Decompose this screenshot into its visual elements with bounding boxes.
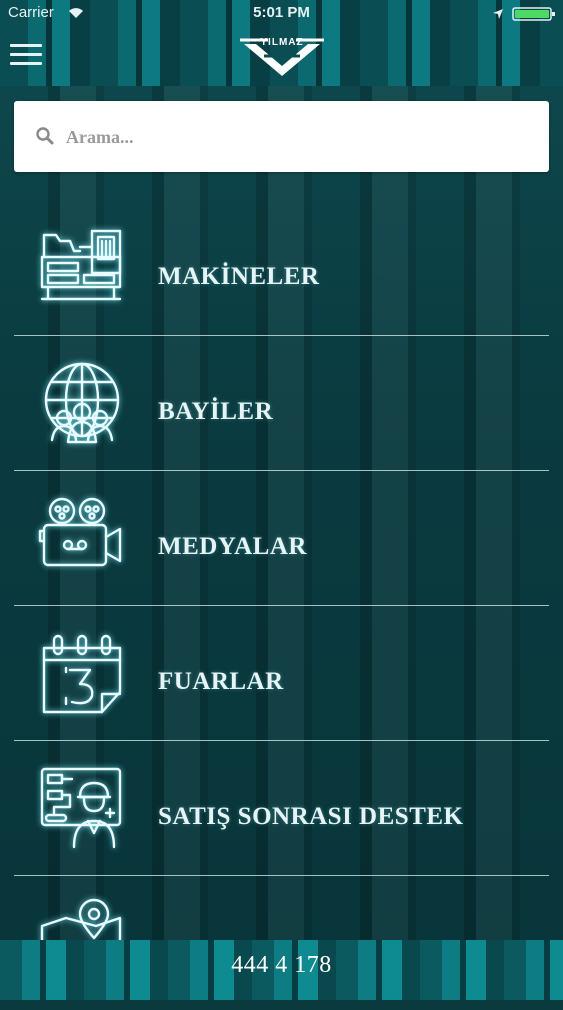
- hamburger-icon-bar: [10, 62, 42, 65]
- menu-item-bayiler[interactable]: BAYİLER: [14, 336, 549, 471]
- status-time: 5:01 PM: [253, 4, 310, 21]
- menu-item-label: BAYİLER: [158, 398, 274, 425]
- logo-text: YILMAZ: [260, 37, 304, 48]
- phone-number[interactable]: 444 4 178: [0, 940, 563, 990]
- search-input[interactable]: [64, 119, 538, 155]
- menu-item-fuarlar[interactable]: FUARLAR: [14, 606, 549, 741]
- menu-item-label: MAKİNELER: [158, 263, 320, 290]
- footer-call-bar[interactable]: 444 4 178: [0, 940, 563, 1000]
- menu-item-medyalar[interactable]: MEDYALAR: [14, 471, 549, 606]
- hamburger-icon-bar: [10, 53, 42, 56]
- search-icon: [36, 127, 54, 150]
- hamburger-icon-bar: [10, 44, 42, 47]
- search-box[interactable]: [14, 101, 549, 172]
- menu-item-satis-sonrasi-destek[interactable]: SATIŞ SONRASI DESTEK: [14, 741, 549, 876]
- menu-item-label: MEDYALAR: [158, 533, 307, 560]
- support-worker-icon: [40, 767, 124, 851]
- calendar-icon: [40, 632, 124, 716]
- machine-icon: [40, 227, 124, 311]
- globe-people-icon: [40, 362, 124, 446]
- hamburger-menu-button[interactable]: [10, 44, 42, 70]
- battery-icon: [512, 7, 558, 25]
- status-bar: Carrier 5:01 PM: [0, 0, 563, 28]
- menu-item-makineler[interactable]: MAKİNELER: [14, 201, 549, 336]
- menu-item-label: FUARLAR: [158, 668, 284, 695]
- brand-logo[interactable]: YILMAZ: [238, 34, 326, 80]
- menu-item-label: SATIŞ SONRASI DESTEK: [158, 803, 464, 830]
- main-menu-list: MAKİNELER BAYİLER MEDYALAR FUARLAR SATIŞ…: [14, 201, 549, 1010]
- video-camera-icon: [38, 497, 124, 581]
- location-icon: [492, 7, 504, 24]
